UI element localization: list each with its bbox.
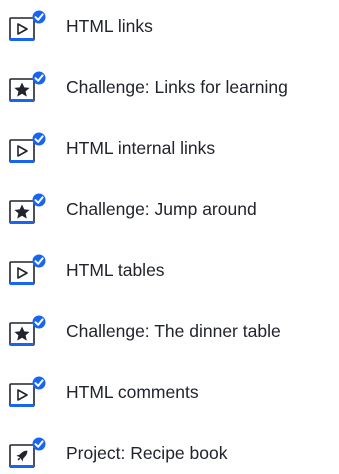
star-icon [9,71,46,102]
lesson-item-label: HTML links [66,16,153,36]
video-play-icon [9,132,46,163]
video-play-icon [9,10,46,41]
lesson-item-challenge-jump-around[interactable]: Challenge: Jump around [0,189,339,229]
lesson-item-label: Challenge: Jump around [66,199,257,219]
check-badge-icon [32,10,46,24]
lesson-list: HTML links Challenge: Links for learning… [0,0,339,474]
lesson-item-project-recipe-book[interactable]: Project: Recipe book [0,433,339,473]
lesson-item-html-comments[interactable]: HTML comments [0,372,339,412]
check-badge-icon [32,71,46,85]
lesson-item-label: HTML tables [66,260,165,280]
lesson-item-label: HTML comments [66,382,199,402]
check-badge-icon [32,437,46,451]
lesson-item-html-internal-links[interactable]: HTML internal links [0,128,339,168]
check-badge-icon [32,376,46,390]
video-play-icon [9,254,46,285]
lesson-item-html-tables[interactable]: HTML tables [0,250,339,290]
rocket-icon [9,437,46,468]
check-badge-icon [32,132,46,146]
star-icon [9,193,46,224]
lesson-item-html-links[interactable]: HTML links [0,6,339,46]
lesson-item-challenge-links-for-learning[interactable]: Challenge: Links for learning [0,67,339,107]
check-badge-icon [32,315,46,329]
lesson-item-label: HTML internal links [66,138,216,158]
check-badge-icon [32,193,46,207]
check-badge-icon [32,254,46,268]
video-play-icon [9,376,46,407]
lesson-item-label: Challenge: Links for learning [66,77,288,97]
lesson-item-challenge-the-dinner-table[interactable]: Challenge: The dinner table [0,311,339,351]
star-icon [9,315,46,346]
lesson-item-label: Project: Recipe book [66,443,228,463]
lesson-item-label: Challenge: The dinner table [66,321,281,341]
